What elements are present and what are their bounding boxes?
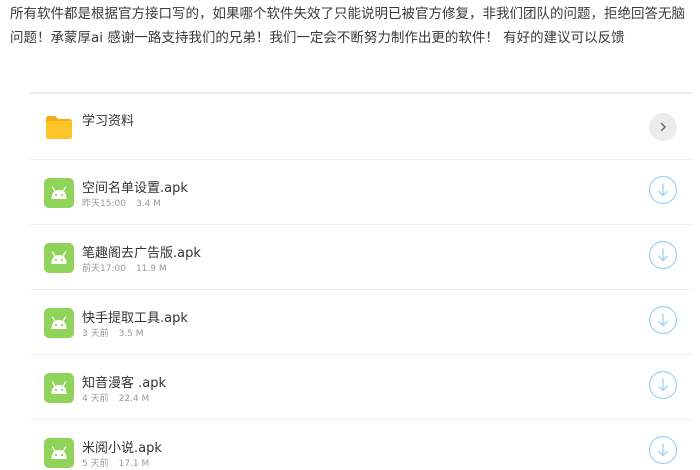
file-time: 前天17:00 — [82, 264, 126, 274]
file-size: 3.4 M — [135, 199, 161, 209]
page: 所有软件都是根据官方接口写的，如果哪个软件失效了只能说明已被官方修复，非我们团队… — [0, 0, 700, 470]
android-apk-icon — [44, 373, 74, 403]
chevron-right-icon — [660, 122, 666, 132]
file-meta: 3 天前 3.5 M — [82, 326, 144, 339]
file-time: 5 天前 — [82, 459, 109, 469]
file-size: 11.9 M — [135, 264, 167, 274]
download-icon[interactable] — [648, 175, 678, 205]
file-meta: 前天17:00 11.9 M — [82, 261, 167, 274]
file-meta: 昨天15:00 3.4 M — [82, 196, 161, 209]
download-icon[interactable] — [648, 240, 678, 270]
android-apk-icon — [44, 243, 74, 273]
android-apk-icon — [44, 308, 74, 338]
file-time: 3 天前 — [82, 329, 109, 339]
file-size: 22.4 M — [118, 394, 150, 404]
file-time: 4 天前 — [82, 394, 109, 404]
file-meta: 5 天前 17.1 M — [82, 456, 149, 469]
file-name: 空间名单设置.apk — [82, 181, 188, 196]
file-name: 笔趣阁去广告版.apk — [82, 246, 201, 261]
file-row[interactable]: 快手提取工具.apk 3 天前 3.5 M — [30, 290, 693, 355]
file-name: 知音漫客 .apk — [82, 376, 167, 391]
file-row[interactable]: 空间名单设置.apk 昨天15:00 3.4 M — [30, 160, 693, 225]
file-size: 17.1 M — [118, 459, 150, 469]
download-icon[interactable] — [648, 435, 678, 465]
file-name: 米阅小说.apk — [82, 441, 162, 456]
file-row[interactable]: 笔趣阁去广告版.apk 前天17:00 11.9 M — [30, 225, 693, 290]
folder-icon — [46, 116, 72, 139]
download-icon[interactable] — [648, 370, 678, 400]
android-apk-icon — [44, 178, 74, 208]
file-name: 快手提取工具.apk — [82, 311, 188, 326]
folder-open-button[interactable] — [649, 113, 677, 141]
file-meta: 4 天前 22.4 M — [82, 391, 149, 404]
download-icon[interactable] — [648, 305, 678, 335]
folder-row[interactable]: 学习资料 — [30, 94, 693, 160]
file-time: 昨天15:00 — [82, 199, 126, 209]
file-row[interactable]: 知音漫客 .apk 4 天前 22.4 M — [30, 355, 693, 420]
file-row[interactable]: 米阅小说.apk 5 天前 17.1 M — [30, 420, 693, 470]
file-size: 3.5 M — [118, 329, 144, 339]
android-apk-icon — [44, 438, 74, 468]
file-list: 学习资料 空间名单设置.apk 昨天15:00 3.4 M 笔趣阁去广告版.ap… — [30, 94, 693, 470]
notice-text: 所有软件都是根据官方接口写的，如果哪个软件失效了只能说明已被官方修复，非我们团队… — [10, 6, 685, 46]
folder-name: 学习资料 — [82, 114, 135, 129]
